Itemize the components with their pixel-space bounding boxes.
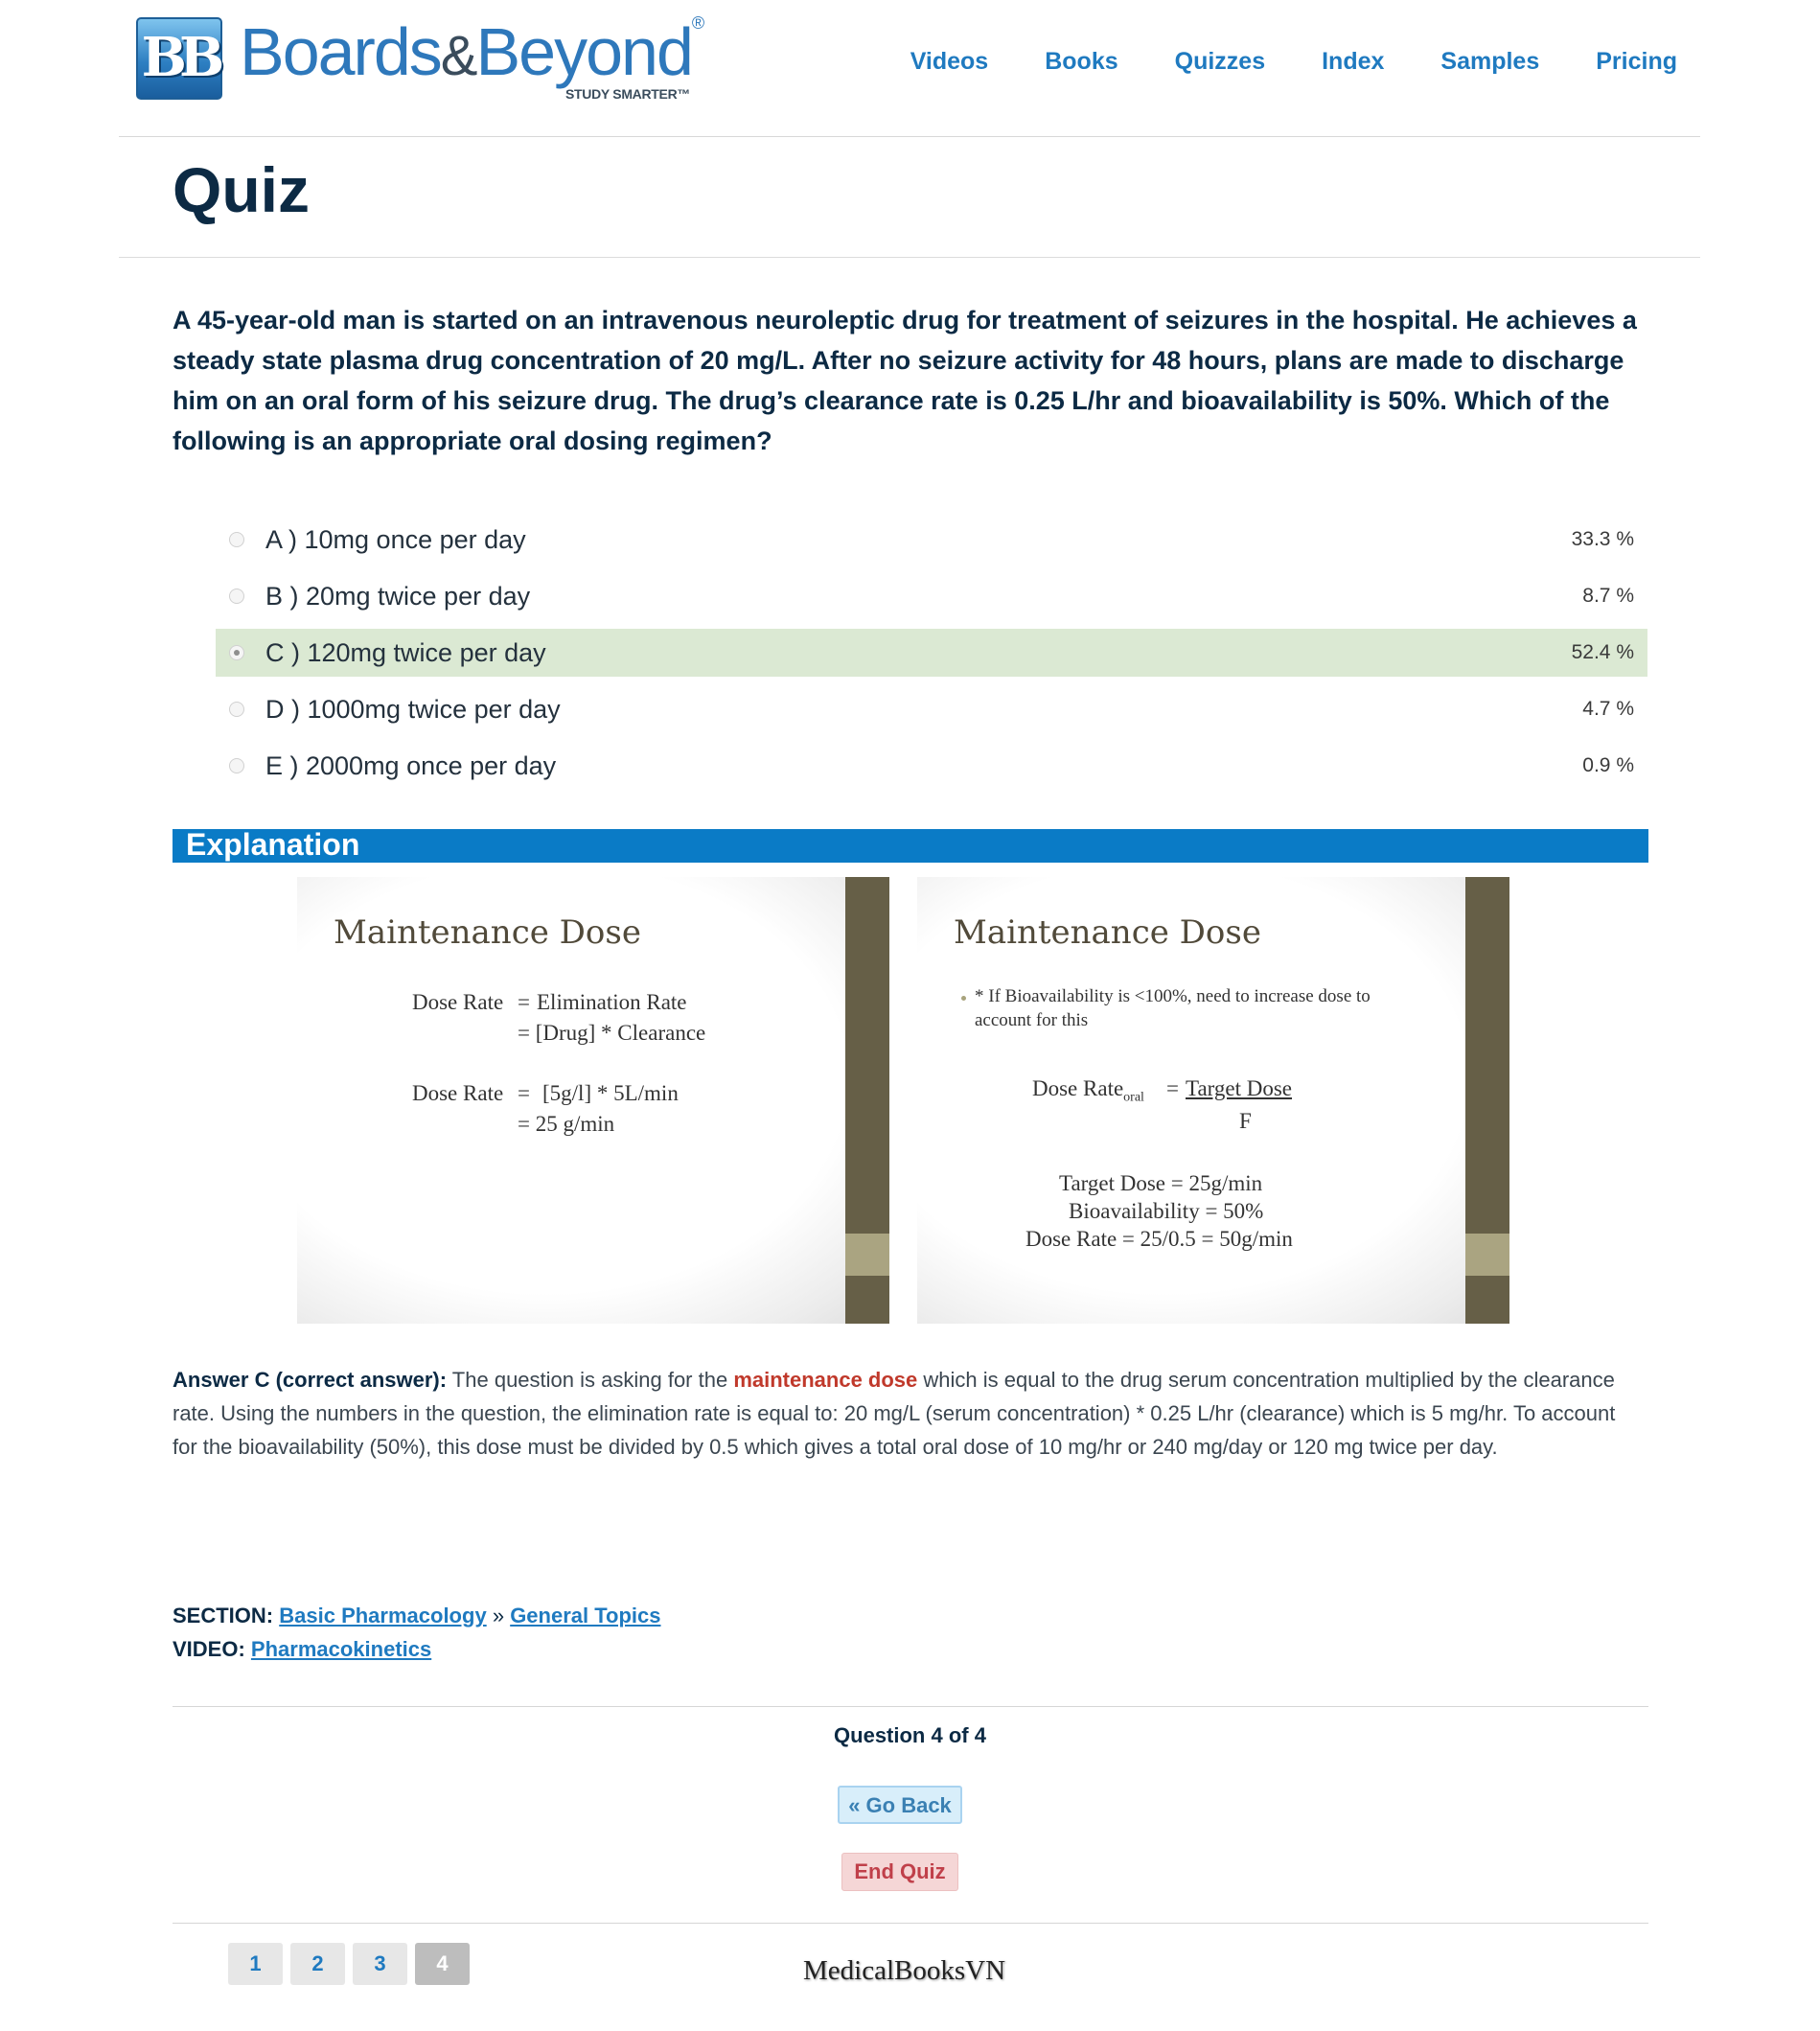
formula-dose-rate: Dose Rate xyxy=(1032,1076,1124,1100)
answer-text: The question is asking for the xyxy=(447,1368,734,1392)
title-divider xyxy=(119,257,1700,258)
option-percent: 33.3 % xyxy=(1571,528,1634,550)
option-label: D ) 1000mg twice per day xyxy=(265,694,561,724)
explanation-title: Explanation xyxy=(186,827,360,862)
section-link-basic-pharmacology[interactable]: Basic Pharmacology xyxy=(279,1604,486,1627)
calc-line: Dose Rate = 25/0.5 = 50g/min xyxy=(1025,1227,1293,1251)
divider xyxy=(173,1706,1648,1707)
logo-mark: BB xyxy=(136,17,224,100)
logo-word-beyond: Beyond xyxy=(475,14,693,89)
section-line: SECTION: Basic Pharmacology » General To… xyxy=(173,1599,661,1632)
formula-lhs: Dose Rate xyxy=(412,1081,504,1105)
registered-mark: ® xyxy=(691,13,704,33)
answer-explanation: Answer C (correct answer): The question … xyxy=(173,1363,1629,1464)
calc-line: Bioavailability = 50% xyxy=(1069,1199,1264,1223)
radio-option-c[interactable] xyxy=(229,645,244,660)
formula-denominator: F xyxy=(1239,1109,1252,1133)
video-line: VIDEO: Pharmacokinetics xyxy=(173,1632,661,1666)
slide-side-bar-accent xyxy=(1465,1234,1509,1276)
question-pagination: 1 2 3 4 xyxy=(228,1943,470,1985)
quiz-meta: SECTION: Basic Pharmacology » General To… xyxy=(173,1599,661,1666)
answer-options: A ) 10mg once per day 33.3 % B ) 20mg tw… xyxy=(216,516,1647,798)
watermark: MedicalBooksVN xyxy=(803,1955,1006,1986)
video-label: VIDEO: xyxy=(173,1637,245,1661)
option-label: C ) 120mg twice per day xyxy=(265,637,546,667)
formula-line: = [Drug] * Clearance xyxy=(518,1021,706,1045)
divider xyxy=(173,1923,1648,1924)
option-percent: 0.9 % xyxy=(1582,754,1634,776)
logo-ampersand: & xyxy=(440,25,478,87)
bullet-text: * If Bioavailability is <100%, need to i… xyxy=(975,986,1371,1006)
radio-option-a[interactable] xyxy=(229,532,244,547)
formula-rhs: Elimination Rate xyxy=(537,990,687,1014)
nav-index[interactable]: Index xyxy=(1322,48,1384,76)
formula-line: = 25 g/min xyxy=(518,1112,615,1136)
bullet-text: account for this xyxy=(975,1010,1089,1030)
slide-title: Maintenance Dose xyxy=(954,913,1261,952)
site-header: BB Boards&Beyond® STUDY SMARTER™ Videos … xyxy=(119,0,1700,137)
nav-books[interactable]: Books xyxy=(1045,48,1117,76)
formula-equals: = xyxy=(518,990,530,1014)
logo-tagline: STUDY SMARTER™ xyxy=(565,86,691,102)
slide-title: Maintenance Dose xyxy=(334,913,641,952)
explanation-slide-2: Maintenance Dose * If Bioavailability is… xyxy=(917,877,1509,1324)
answer-label: Answer C (correct answer): xyxy=(173,1368,448,1392)
slide-side-bar-accent xyxy=(845,1234,889,1276)
option-d[interactable]: D ) 1000mg twice per day 4.7 % xyxy=(216,685,1647,733)
nav-pricing[interactable]: Pricing xyxy=(1596,48,1677,76)
explanation-slide-1: Maintenance Dose Dose Rate = Elimination… xyxy=(297,877,889,1324)
formula-rhs: [5g/l] * 5L/min xyxy=(542,1081,679,1105)
end-quiz-button[interactable]: End Quiz xyxy=(841,1853,958,1891)
section-label: SECTION: xyxy=(173,1604,274,1627)
page-button-4[interactable]: 4 xyxy=(415,1943,470,1985)
option-b[interactable]: B ) 20mg twice per day 8.7 % xyxy=(216,572,1647,620)
breadcrumb-separator: » xyxy=(492,1604,505,1627)
radio-option-b[interactable] xyxy=(229,589,244,604)
page-button-3[interactable]: 3 xyxy=(353,1943,407,1985)
radio-option-d[interactable] xyxy=(229,702,244,717)
option-a[interactable]: A ) 10mg once per day 33.3 % xyxy=(216,516,1647,564)
question-counter: Question 4 of 4 xyxy=(834,1723,986,1747)
main-nav: Videos Books Quizzes Index Samples Prici… xyxy=(910,48,1677,76)
option-label: B ) 20mg twice per day xyxy=(265,581,531,611)
nav-videos[interactable]: Videos xyxy=(910,48,989,76)
go-back-button[interactable]: « Go Back xyxy=(838,1786,962,1824)
radio-option-e[interactable] xyxy=(229,758,244,773)
option-percent: 8.7 % xyxy=(1582,585,1634,607)
nav-samples[interactable]: Samples xyxy=(1440,48,1539,76)
option-percent: 4.7 % xyxy=(1582,698,1634,720)
formula-subscript: oral xyxy=(1123,1090,1144,1105)
bullet-icon xyxy=(961,996,966,1001)
explanation-header: Explanation xyxy=(173,827,1648,863)
page-title: Quiz xyxy=(173,154,310,225)
formula-lhs: Dose Rate xyxy=(412,990,504,1014)
site-logo[interactable]: BB Boards&Beyond® STUDY SMARTER™ xyxy=(136,13,711,104)
option-c[interactable]: C ) 120mg twice per day 52.4 % xyxy=(216,629,1647,677)
logo-wordmark: Boards&Beyond® xyxy=(240,13,704,90)
question-text: A 45-year-old man is started on an intra… xyxy=(173,306,1637,455)
formula-equals: = xyxy=(518,1081,530,1105)
formula-equals: = xyxy=(1166,1076,1179,1100)
formula-lhs: Dose Rateoral xyxy=(1032,1076,1144,1106)
option-label: A ) 10mg once per day xyxy=(265,524,526,554)
option-label: E ) 2000mg once per day xyxy=(265,750,557,780)
option-e[interactable]: E ) 2000mg once per day 0.9 % xyxy=(216,742,1647,790)
page-button-1[interactable]: 1 xyxy=(228,1943,283,1985)
logo-word-boards: Boards xyxy=(240,14,443,89)
option-percent: 52.4 % xyxy=(1571,641,1634,663)
answer-highlight: maintenance dose xyxy=(733,1368,918,1392)
calc-line: Target Dose = 25g/min xyxy=(1059,1171,1263,1195)
nav-quizzes[interactable]: Quizzes xyxy=(1175,48,1265,76)
formula-numerator: Target Dose xyxy=(1186,1076,1293,1100)
section-link-general-topics[interactable]: General Topics xyxy=(510,1604,660,1627)
video-link-pharmacokinetics[interactable]: Pharmacokinetics xyxy=(251,1637,431,1661)
page-button-2[interactable]: 2 xyxy=(290,1943,345,1985)
